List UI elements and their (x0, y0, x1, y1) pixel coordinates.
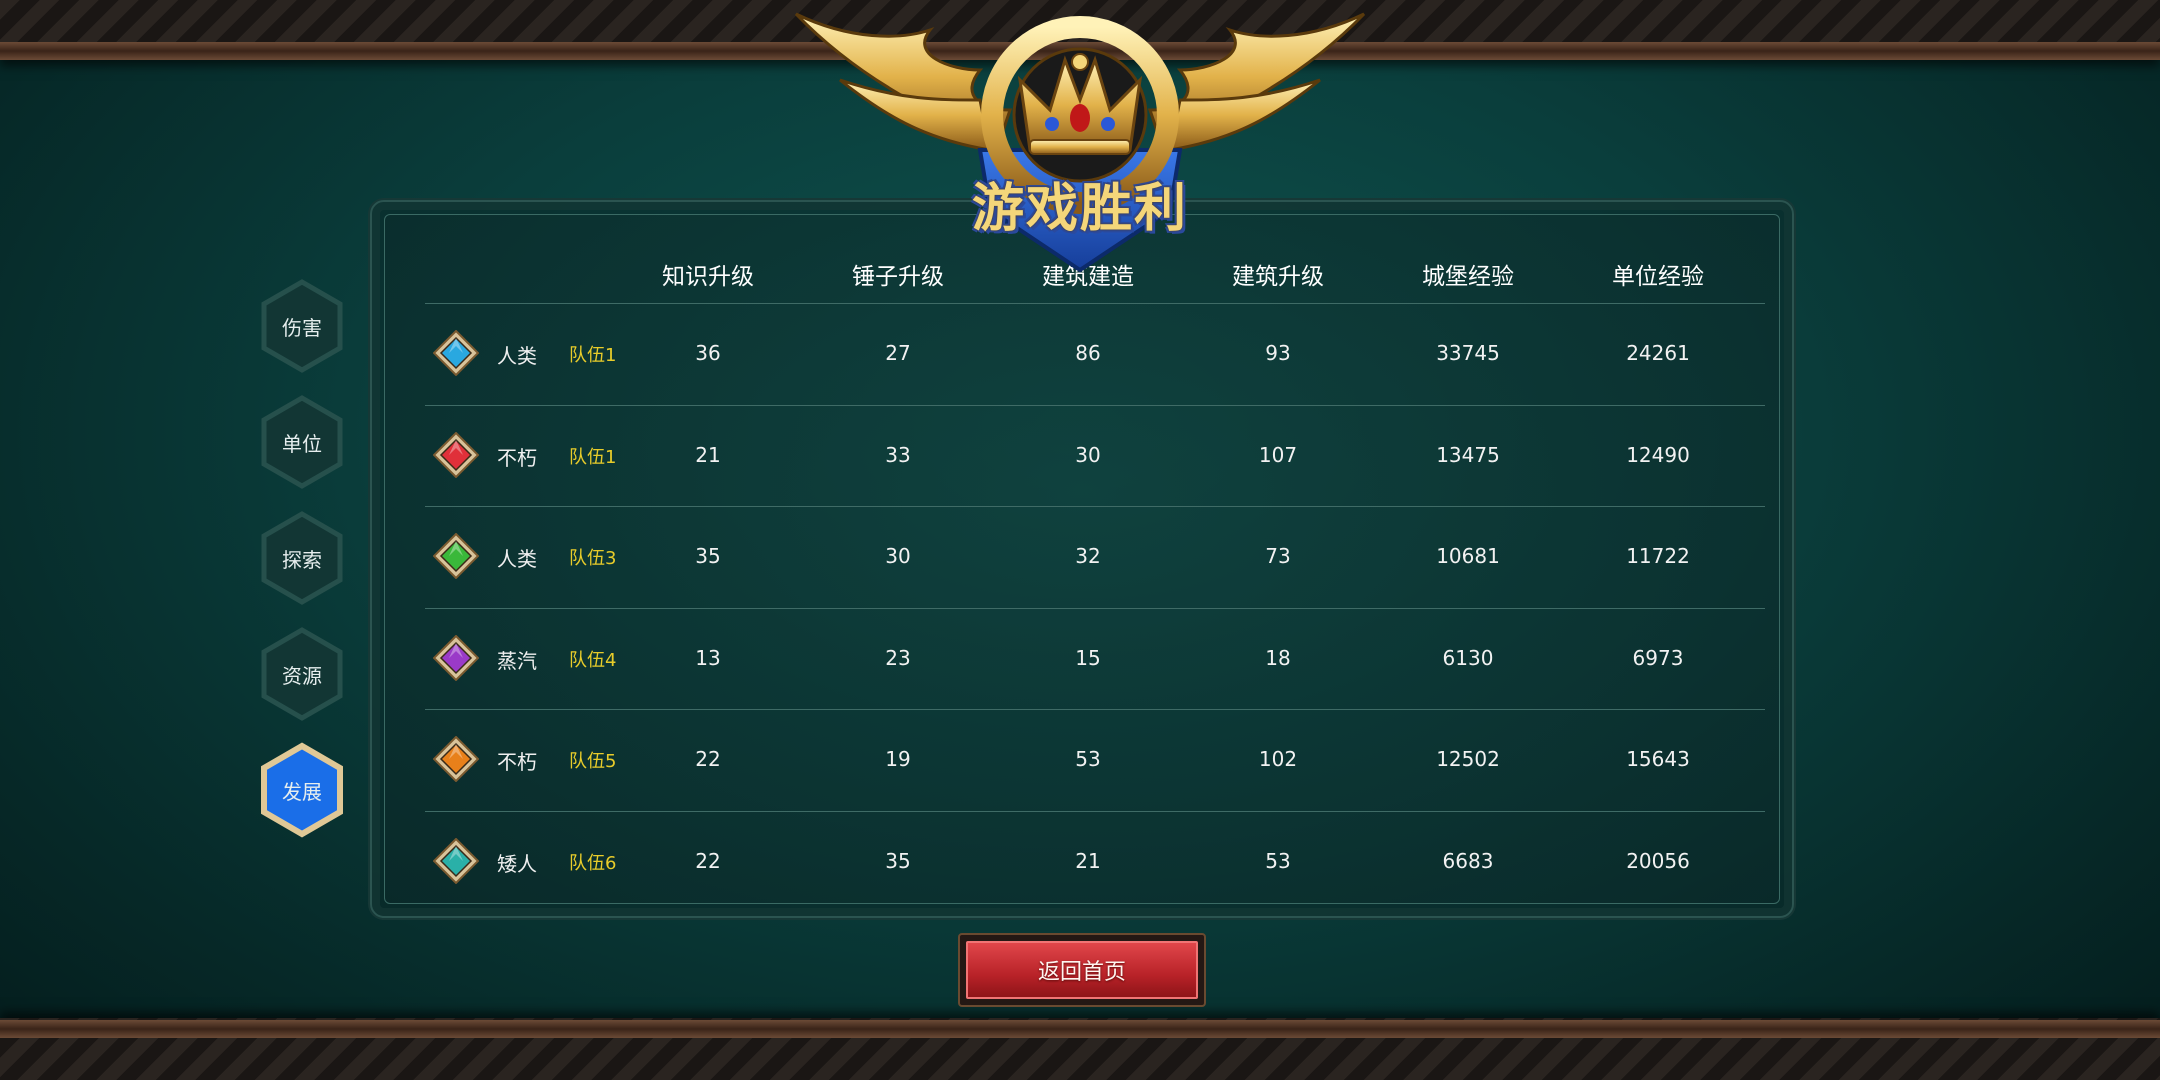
nav-button-3[interactable]: 资源 (260, 626, 344, 722)
diamond-gem-icon (433, 736, 479, 782)
table-row: 不朽 队伍1 21 33 30 107 13475 12490 (425, 404, 1765, 506)
stat-cell: 53 (1265, 848, 1291, 873)
stat-cell: 36 (695, 341, 721, 365)
diamond-gem-icon (433, 330, 479, 376)
stat-cell: 24261 (1626, 341, 1690, 365)
nav-button-label: 发展 (282, 779, 322, 804)
stat-cell: 21 (1075, 848, 1101, 873)
stat-cell: 102 (1258, 747, 1298, 771)
stat-cell: 20056 (1626, 848, 1690, 873)
victory-title: 游戏胜利 (971, 179, 1188, 239)
stats-panel: 知识升级 锤子升级 建筑建造 建筑升级 城堡经验 单位经验 人类 队伍1 36 27 8… (370, 200, 1794, 918)
return-button-label: 返回首页 (1037, 960, 1126, 985)
diamond-gem-icon (433, 431, 479, 478)
stat-cell: 73 (1265, 544, 1291, 568)
table-row: 不朽 队伍5 22 19 53 102 12502 15643 (425, 709, 1765, 810)
stat-cell: 12502 (1436, 747, 1500, 771)
stat-cell: 23 (885, 645, 911, 670)
stat-cell: 15 (1075, 645, 1101, 670)
stat-cell: 30 (885, 544, 911, 568)
stat-cell: 12490 (1626, 442, 1690, 467)
diamond-gem-icon (433, 533, 479, 579)
race-name: 人类 (497, 344, 537, 368)
stat-cell: 6973 (1632, 645, 1684, 670)
stat-cell: 19 (885, 747, 911, 771)
stat-cell: 33745 (1436, 341, 1500, 365)
race-name: 矮人 (497, 851, 537, 876)
stat-cell: 27 (885, 341, 911, 365)
diamond-gem-icon (433, 634, 479, 681)
stat-cell: 86 (1075, 341, 1101, 365)
team-name: 队伍1 (569, 446, 617, 468)
nav-button-label: 伤害 (282, 315, 322, 340)
stat-cell: 35 (885, 848, 911, 873)
stat-cell: 30 (1075, 442, 1101, 467)
stat-cell: 10681 (1436, 544, 1500, 568)
stats-table: 知识升级 锤子升级 建筑建造 建筑升级 城堡经验 单位经验 人类 队伍1 36 27 8… (384, 214, 1780, 904)
stat-cell: 22 (695, 747, 721, 771)
team-name: 队伍5 (569, 751, 617, 772)
stat-cell: 13475 (1436, 442, 1500, 467)
stat-cell: 15643 (1626, 747, 1690, 771)
diamond-gem-icon (433, 837, 479, 884)
team-name: 队伍6 (569, 852, 617, 874)
return-home-button[interactable]: 返回首页 (958, 933, 1206, 1007)
stat-cell: 6683 (1442, 848, 1494, 873)
nav-button-0[interactable]: 伤害 (260, 278, 344, 374)
table-row: 人类 队伍3 35 30 32 73 10681 11722 (425, 506, 1765, 607)
stat-cell: 33 (885, 442, 911, 467)
stat-cell: 13 (695, 645, 721, 670)
bottom-border-trim (0, 1020, 2160, 1038)
header-unit-exp: 单位经验 (1612, 264, 1704, 290)
team-name: 队伍1 (569, 345, 617, 366)
stat-cell: 107 (1258, 442, 1298, 467)
nav-button-label: 资源 (282, 663, 322, 688)
nav-button-label: 单位 (282, 431, 322, 456)
table-row: 矮人 队伍6 22 35 21 53 6683 20056 (425, 810, 1765, 912)
nav-button-2[interactable]: 探索 (260, 510, 344, 606)
stat-cell: 22 (695, 848, 721, 873)
nav-button-4[interactable]: 发展 (260, 742, 344, 838)
stat-cell: 6130 (1442, 645, 1494, 670)
stat-cell: 18 (1265, 645, 1291, 670)
race-name: 不朽 (497, 445, 537, 470)
nav-button-1[interactable]: 单位 (260, 394, 344, 490)
race-name: 人类 (497, 547, 537, 571)
header-castle-exp: 城堡经验 (1422, 264, 1514, 290)
stat-cell: 53 (1075, 747, 1101, 771)
victory-emblem: 游戏胜利 (780, 0, 1380, 280)
header-knowledge-upgrade: 知识升级 (662, 264, 754, 290)
stat-cell: 32 (1075, 544, 1101, 568)
nav-button-label: 探索 (282, 547, 322, 572)
race-name: 蒸汽 (497, 648, 537, 673)
stat-cell: 93 (1265, 341, 1291, 365)
team-name: 队伍4 (569, 649, 617, 671)
stat-cell: 21 (695, 442, 721, 467)
race-name: 不朽 (497, 750, 537, 774)
table-row: 人类 队伍1 36 27 86 93 33745 24261 (425, 303, 1765, 404)
stat-cell: 35 (695, 544, 721, 568)
table-row: 蒸汽 队伍4 13 23 15 18 6130 6973 (425, 607, 1765, 709)
stat-cell: 11722 (1626, 544, 1690, 568)
team-name: 队伍3 (569, 548, 617, 569)
